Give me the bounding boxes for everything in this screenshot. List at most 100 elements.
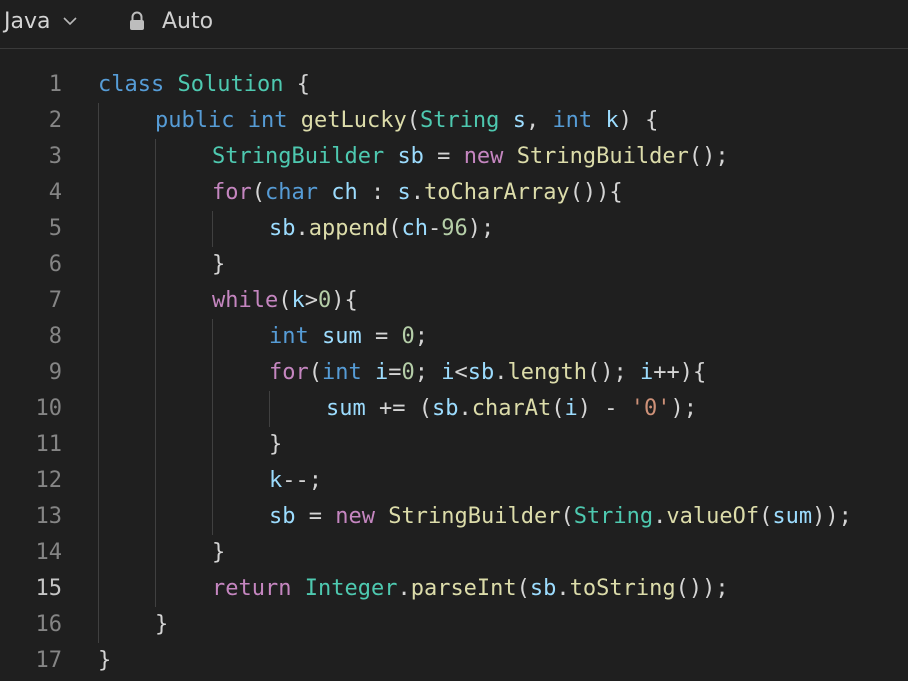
code-token: int bbox=[322, 360, 362, 385]
code-token: - bbox=[427, 216, 442, 241]
code-line[interactable]: 16} bbox=[0, 607, 908, 643]
code-line[interactable]: 6} bbox=[0, 247, 908, 283]
code-token: parseInt bbox=[410, 576, 517, 601]
code-token: > bbox=[304, 288, 318, 313]
code-token: s bbox=[512, 108, 526, 133]
code-line[interactable]: 5 sb.append(ch-96); bbox=[0, 211, 908, 247]
chevron-down-icon bbox=[63, 17, 78, 26]
code-token: (); bbox=[586, 360, 640, 385]
code-line[interactable]: 8 int sum = 0; bbox=[0, 319, 908, 355]
code-token: . bbox=[397, 576, 411, 601]
code-text: } bbox=[98, 643, 111, 679]
code-token: public bbox=[155, 108, 235, 133]
code-line[interactable]: 2 public int getLucky(String s, int k) { bbox=[0, 103, 908, 139]
code-token: i bbox=[564, 396, 578, 421]
code-line[interactable]: 17} bbox=[0, 643, 908, 679]
code-line[interactable]: 9 for(int i=0; i<sb.length(); i++){ bbox=[0, 355, 908, 391]
code-line[interactable]: 13 sb = new StringBuilder(String.valueOf(… bbox=[0, 499, 908, 535]
code-token: String bbox=[419, 108, 500, 133]
line-number: 8 bbox=[48, 324, 62, 349]
code-text: StringBuilder sb = new StringBuilder(); bbox=[212, 139, 729, 175]
code-token: k bbox=[605, 108, 619, 133]
line-number: 7 bbox=[48, 288, 62, 313]
code-text: } bbox=[212, 535, 225, 571]
code-token: '0' bbox=[630, 396, 671, 421]
line-number: 14 bbox=[35, 540, 63, 565]
code-text: sum += (sb.charAt(i) - '0'); bbox=[326, 391, 697, 427]
code-token: ); bbox=[467, 216, 495, 241]
code-token: k bbox=[291, 288, 305, 313]
code-line[interactable]: 12 k--; bbox=[0, 463, 908, 499]
code-token: sum bbox=[322, 324, 362, 349]
code-token: int bbox=[247, 108, 288, 133]
code-token: 0 bbox=[317, 288, 332, 313]
code-text: for(int i=0; i<sb.length(); i++){ bbox=[269, 355, 706, 391]
code-token: getLucky bbox=[300, 108, 407, 133]
code-token: sb bbox=[269, 216, 296, 241]
code-editor[interactable]: 1 class Solution { 2 public int getLucky ( St… bbox=[0, 49, 908, 681]
line-number: 9 bbox=[48, 360, 62, 385]
code-token: charAt bbox=[471, 396, 552, 421]
code-token: StringBuilder bbox=[212, 144, 385, 169]
code-token: sb bbox=[397, 144, 424, 169]
code-token: ( bbox=[278, 288, 292, 313]
code-text: } bbox=[155, 607, 168, 643]
code-token: ) - bbox=[577, 396, 631, 421]
code-token: } bbox=[98, 648, 112, 673]
code-line[interactable]: 4 for(char ch : s.toCharArray()){ bbox=[0, 175, 908, 211]
code-token: i bbox=[375, 360, 389, 385]
code-line[interactable]: 15 return Integer.parseInt(sb.toString())… bbox=[0, 571, 908, 607]
code-token: length bbox=[507, 360, 587, 385]
indent-guide bbox=[98, 103, 99, 643]
indent-guide bbox=[212, 211, 213, 247]
code-token: append bbox=[308, 216, 389, 241]
code-token: ( bbox=[516, 576, 530, 601]
indent-guide bbox=[269, 391, 270, 427]
code-token: sum bbox=[326, 396, 366, 421]
code-token: < bbox=[454, 360, 468, 385]
code-token: { bbox=[283, 72, 310, 97]
code-line[interactable]: 11} bbox=[0, 427, 908, 463]
code-token: ); bbox=[670, 396, 697, 421]
code-token: int bbox=[269, 324, 309, 349]
code-token: += ( bbox=[365, 396, 432, 421]
code-token: StringBuilder bbox=[388, 504, 561, 529]
code-token: = bbox=[361, 324, 402, 349]
code-token: i bbox=[639, 360, 654, 385]
code-line[interactable]: 1 class Solution { bbox=[0, 67, 908, 103]
code-token: } bbox=[212, 252, 226, 277]
line-number: 4 bbox=[48, 180, 62, 205]
code-line[interactable]: 14} bbox=[0, 535, 908, 571]
code-token: valueOf bbox=[666, 504, 760, 529]
line-number: 17 bbox=[35, 648, 63, 673]
code-token: (); bbox=[688, 144, 729, 169]
code-line[interactable]: 3 StringBuilder sb = new StringBuilder(); bbox=[0, 139, 908, 175]
code-token: 0 bbox=[401, 360, 415, 385]
code-token: . bbox=[295, 216, 309, 241]
code-token: 96 bbox=[441, 216, 468, 241]
code-token: sb bbox=[431, 396, 459, 421]
language-dropdown[interactable]: Java bbox=[4, 4, 78, 38]
code-line[interactable]: 10 sum += (sb.charAt(i) - '0'); bbox=[0, 391, 908, 427]
code-token: sb bbox=[467, 360, 495, 385]
code-token: sum bbox=[772, 504, 813, 529]
auto-mode-indicator[interactable]: Auto bbox=[128, 4, 213, 38]
code-token: while bbox=[212, 288, 279, 313]
line-number: 2 bbox=[48, 108, 62, 133]
code-token: Integer bbox=[304, 576, 398, 601]
code-token: for bbox=[269, 360, 309, 385]
code-token: . bbox=[410, 180, 424, 205]
code-token: ( bbox=[388, 216, 402, 241]
code-line[interactable]: 7 while(k>0){ bbox=[0, 283, 908, 319]
code-token: ch bbox=[331, 180, 358, 205]
code-token: ( bbox=[759, 504, 773, 529]
code-text: int sum = 0; bbox=[269, 319, 428, 355]
code-token: } bbox=[269, 432, 283, 457]
code-token: . bbox=[494, 360, 508, 385]
